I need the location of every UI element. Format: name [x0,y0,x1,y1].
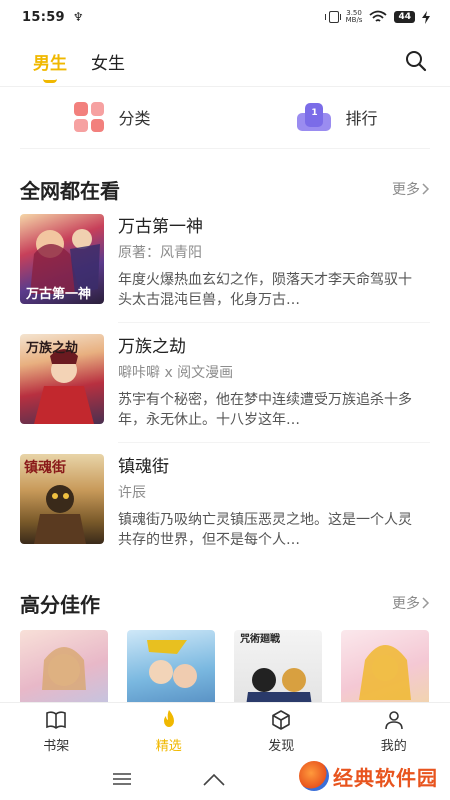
book-cover: 镇魂街 [20,454,104,544]
comic-cover[interactable]: 咒術廻戦 [234,630,322,702]
person-icon [384,710,403,729]
comic-cover[interactable] [127,630,215,702]
cover-art: 镇魂街 [24,459,86,544]
ranking-icon: 1 [297,103,332,131]
category-label: 分类 [118,109,151,128]
svg-text:万古第一神: 万古第一神 [25,286,91,302]
list-divider [118,322,430,323]
ranking-button[interactable]: 1 排行 [225,92,450,142]
book-icon [46,710,67,729]
list-divider [118,442,430,443]
status-time: 15:59 [22,9,65,25]
book-description: 年度火爆热血玄幻之作，陨落天才李天命驾驭十头太古混沌巨兽，化身万古… [118,272,412,308]
section-title: 全网都在看 [20,178,120,203]
more-link[interactable]: 更多 [392,593,430,613]
vibrate-icon [324,11,341,23]
flame-icon [163,709,174,727]
section-divider [20,148,430,149]
book-author: 原著：风青阳 [118,245,202,261]
chevron-right-icon [422,183,430,195]
tab-female-label: 女生 [91,53,125,74]
svg-text:镇魂街: 镇魂街 [24,459,66,476]
status-bar: 15:59 ♆ 3.50 MB/s 44 [0,0,450,34]
section-toprated-header: 高分佳作 更多 [20,588,430,618]
chevron-right-icon [422,597,430,609]
book-item[interactable]: 万族之劫 万族之劫 噼咔噼 x 阅文漫画 苏宇有个秘密，他在梦中连续遭受万族追杀… [20,334,430,442]
toprated-covers: 咒術廻戦 [20,630,450,702]
category-button[interactable]: 分类 [0,92,225,142]
more-link[interactable]: 更多 [392,179,430,199]
home-icon[interactable] [202,771,226,787]
usb-icon: ♆ [72,10,84,24]
book-description: 镇魂街乃吸纳亡灵镇压恶灵之地。这是一个人灵共存的世界，但不是每个人… [118,512,412,548]
comic-cover[interactable] [341,630,429,702]
section-title: 高分佳作 [20,592,100,617]
book-cover: 万族之劫 [20,334,104,424]
nav-discover[interactable]: 发现 [225,703,338,758]
search-icon[interactable] [404,49,428,73]
comic-cover[interactable] [20,630,108,702]
category-icon [74,102,105,132]
network-speed: 3.50 MB/s [346,10,363,24]
tab-male-label: 男生 [33,53,67,74]
svg-text:万族之劫: 万族之劫 [25,340,78,356]
bottom-navigation: 书架 精选 发现 我的 [0,702,450,758]
book-title: 万族之劫 [118,337,186,357]
watermark-logo-icon [299,761,329,791]
cover-art: 万族之劫 [25,340,94,424]
tab-female[interactable]: 女生 [91,49,125,74]
nav-featured[interactable]: 精选 [113,703,226,758]
book-title: 镇魂街 [118,457,169,477]
nav-bookshelf[interactable]: 书架 [0,703,113,758]
nav-label: 书架 [43,738,70,754]
watermark: 经典软件园 [299,758,438,794]
header-divider [0,86,450,87]
active-tab-indicator [43,79,57,83]
book-item[interactable]: 万古第一神 万古第一神 原著：风青阳 年度火爆热血玄幻之作，陨落天才李天命驾驭十… [20,214,430,322]
more-label: 更多 [392,596,420,612]
tab-male[interactable]: 男生 [33,49,67,83]
watermark-text: 经典软件园 [333,765,438,790]
battery-icon: 44 [394,11,415,23]
charging-icon [422,10,430,24]
nav-label: 我的 [380,738,407,754]
more-label: 更多 [392,182,420,198]
nav-label: 发现 [268,738,295,754]
book-list: 万古第一神 万古第一神 原著：风青阳 年度火爆热血玄幻之作，陨落天才李天命驾驭十… [20,214,430,574]
ranking-icon-number: 1 [305,103,324,127]
book-description: 苏宇有个秘密，他在梦中连续遭受万族追杀十多年，永无休止。十八岁这年… [118,392,412,428]
speed-unit: MB/s [345,16,363,24]
book-author: 许辰 [118,485,146,501]
book-author: 噼咔噼 x 阅文漫画 [118,365,234,381]
book-title: 万古第一神 [118,217,203,237]
cube-icon [272,709,291,730]
svg-text:咒術廻戦: 咒術廻戦 [240,632,281,645]
cover-art: 万古第一神 [25,229,100,302]
ranking-label: 排行 [345,109,378,128]
book-item[interactable]: 镇魂街 镇魂街 许辰 镇魂街乃吸纳亡灵镇压恶灵之地。这是一个人灵共存的世界，但不… [20,454,430,562]
menu-icon[interactable] [112,772,132,786]
section-popular-header: 全网都在看 更多 [20,174,430,204]
nav-label: 精选 [155,738,182,754]
nav-profile[interactable]: 我的 [338,703,450,758]
shortcut-bar: 分类 1 排行 [0,92,450,142]
book-cover: 万古第一神 [20,214,104,304]
gender-tabs: 男生 女生 [0,38,450,84]
wifi-icon [369,10,388,22]
